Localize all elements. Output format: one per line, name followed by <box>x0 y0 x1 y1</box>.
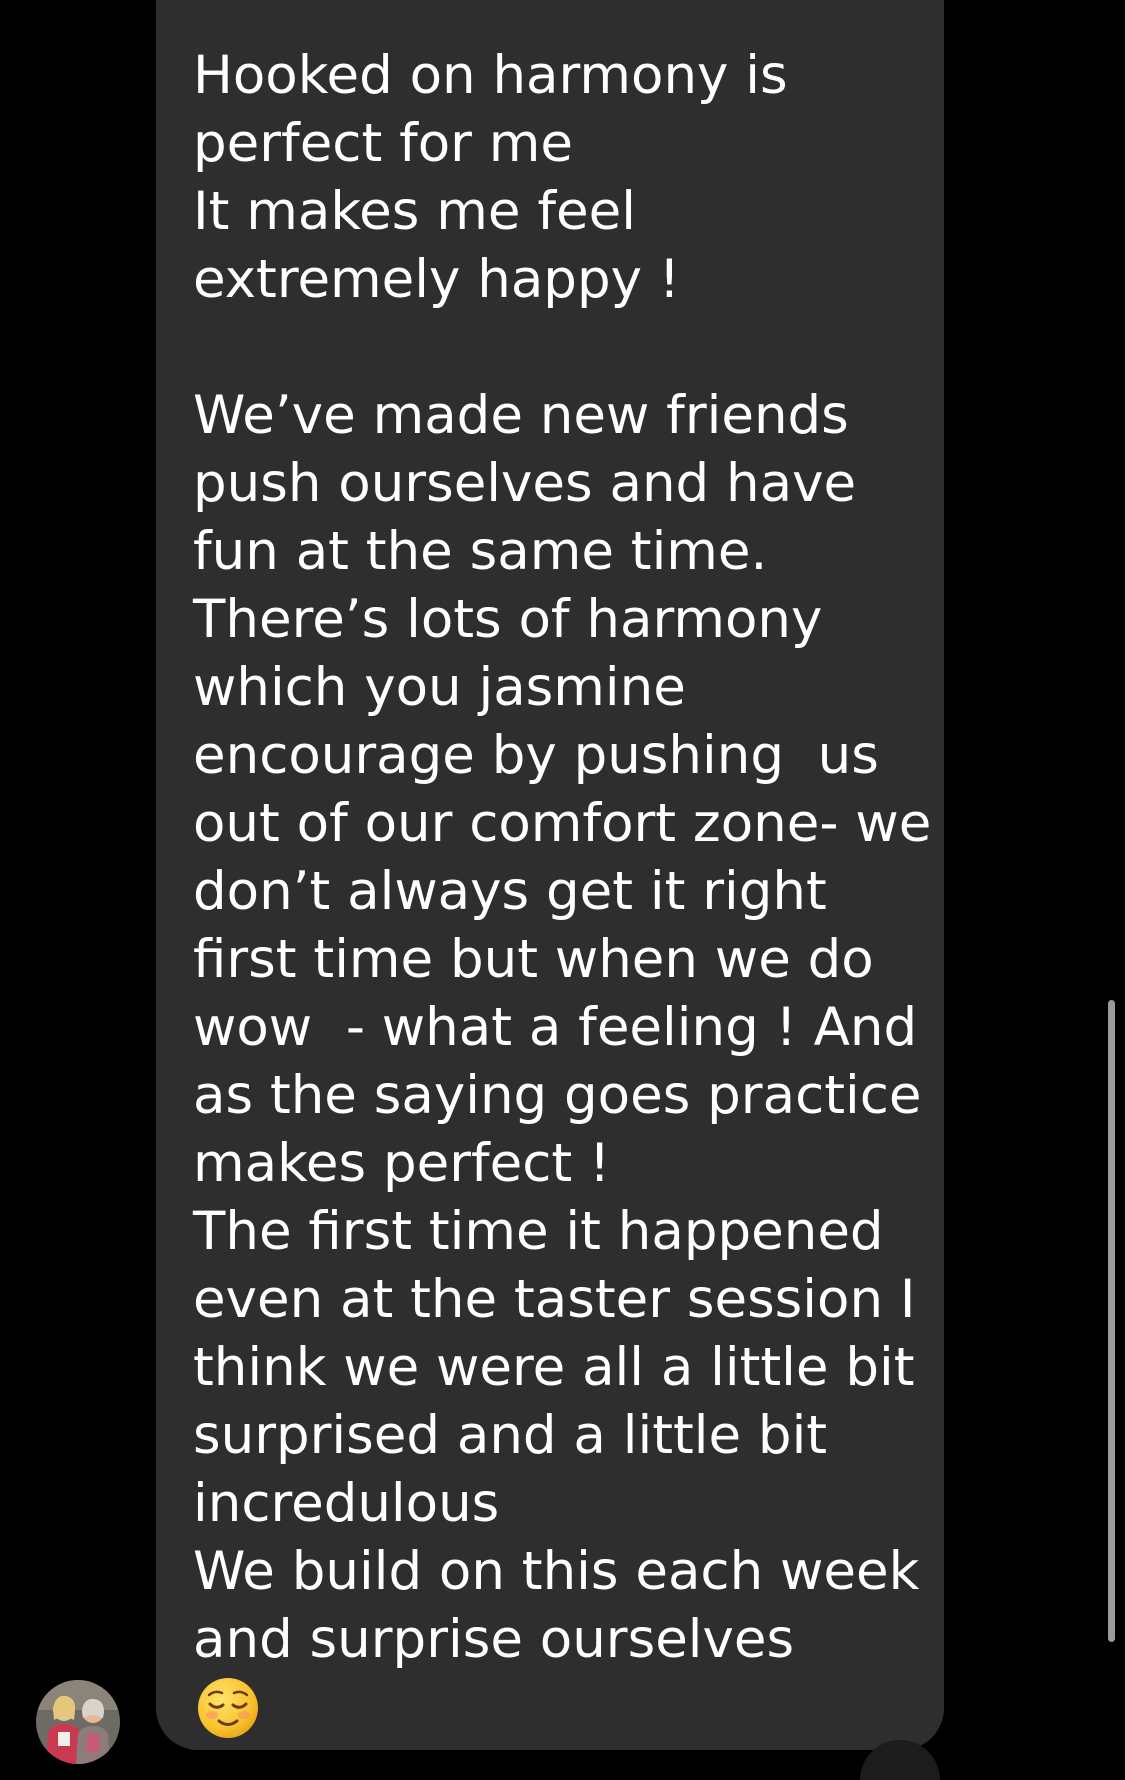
message-line: which you jasmine <box>193 657 686 718</box>
message-line: out of our comfort zone- we <box>193 793 932 854</box>
message-line: first time but when we do <box>193 929 874 990</box>
message-line: It makes me feel <box>193 181 636 242</box>
message-line: think we were all a little bit <box>193 1337 915 1398</box>
message-line: surprised and a little bit <box>193 1405 828 1466</box>
relieved-face-emoji-icon <box>197 1677 259 1739</box>
message-text: Hooked on harmony is perfect for me It m… <box>193 42 933 1674</box>
message-line: don’t always get it right <box>193 861 827 922</box>
message-line: as the saying goes practice <box>193 1065 922 1126</box>
message-line: incredulous <box>193 1473 500 1534</box>
message-line: even at the taster session I <box>193 1269 916 1330</box>
message-line: perfect for me <box>193 113 574 174</box>
message-line: We’ve made new friends <box>193 385 849 446</box>
message-line: wow - what a feeling ! And <box>193 997 918 1058</box>
message-line: encourage by pushing us <box>193 725 879 786</box>
message-line: fun at the same time. <box>193 521 768 582</box>
message-line: The first time it happened <box>193 1201 884 1262</box>
sender-avatar[interactable] <box>36 1680 120 1764</box>
message-line: Hooked on harmony is <box>193 45 788 106</box>
sender-avatar-photo-icon <box>36 1680 120 1764</box>
scrollbar[interactable] <box>1108 1000 1115 1642</box>
message-line: push ourselves and have <box>193 453 857 514</box>
message-line: There’s lots of harmony <box>193 589 823 650</box>
message-line: We build on this each week <box>193 1541 920 1602</box>
message-line: makes perfect ! <box>193 1133 611 1194</box>
message-line: extremely happy ! <box>193 249 681 310</box>
message-line: and surprise ourselves <box>193 1609 795 1670</box>
